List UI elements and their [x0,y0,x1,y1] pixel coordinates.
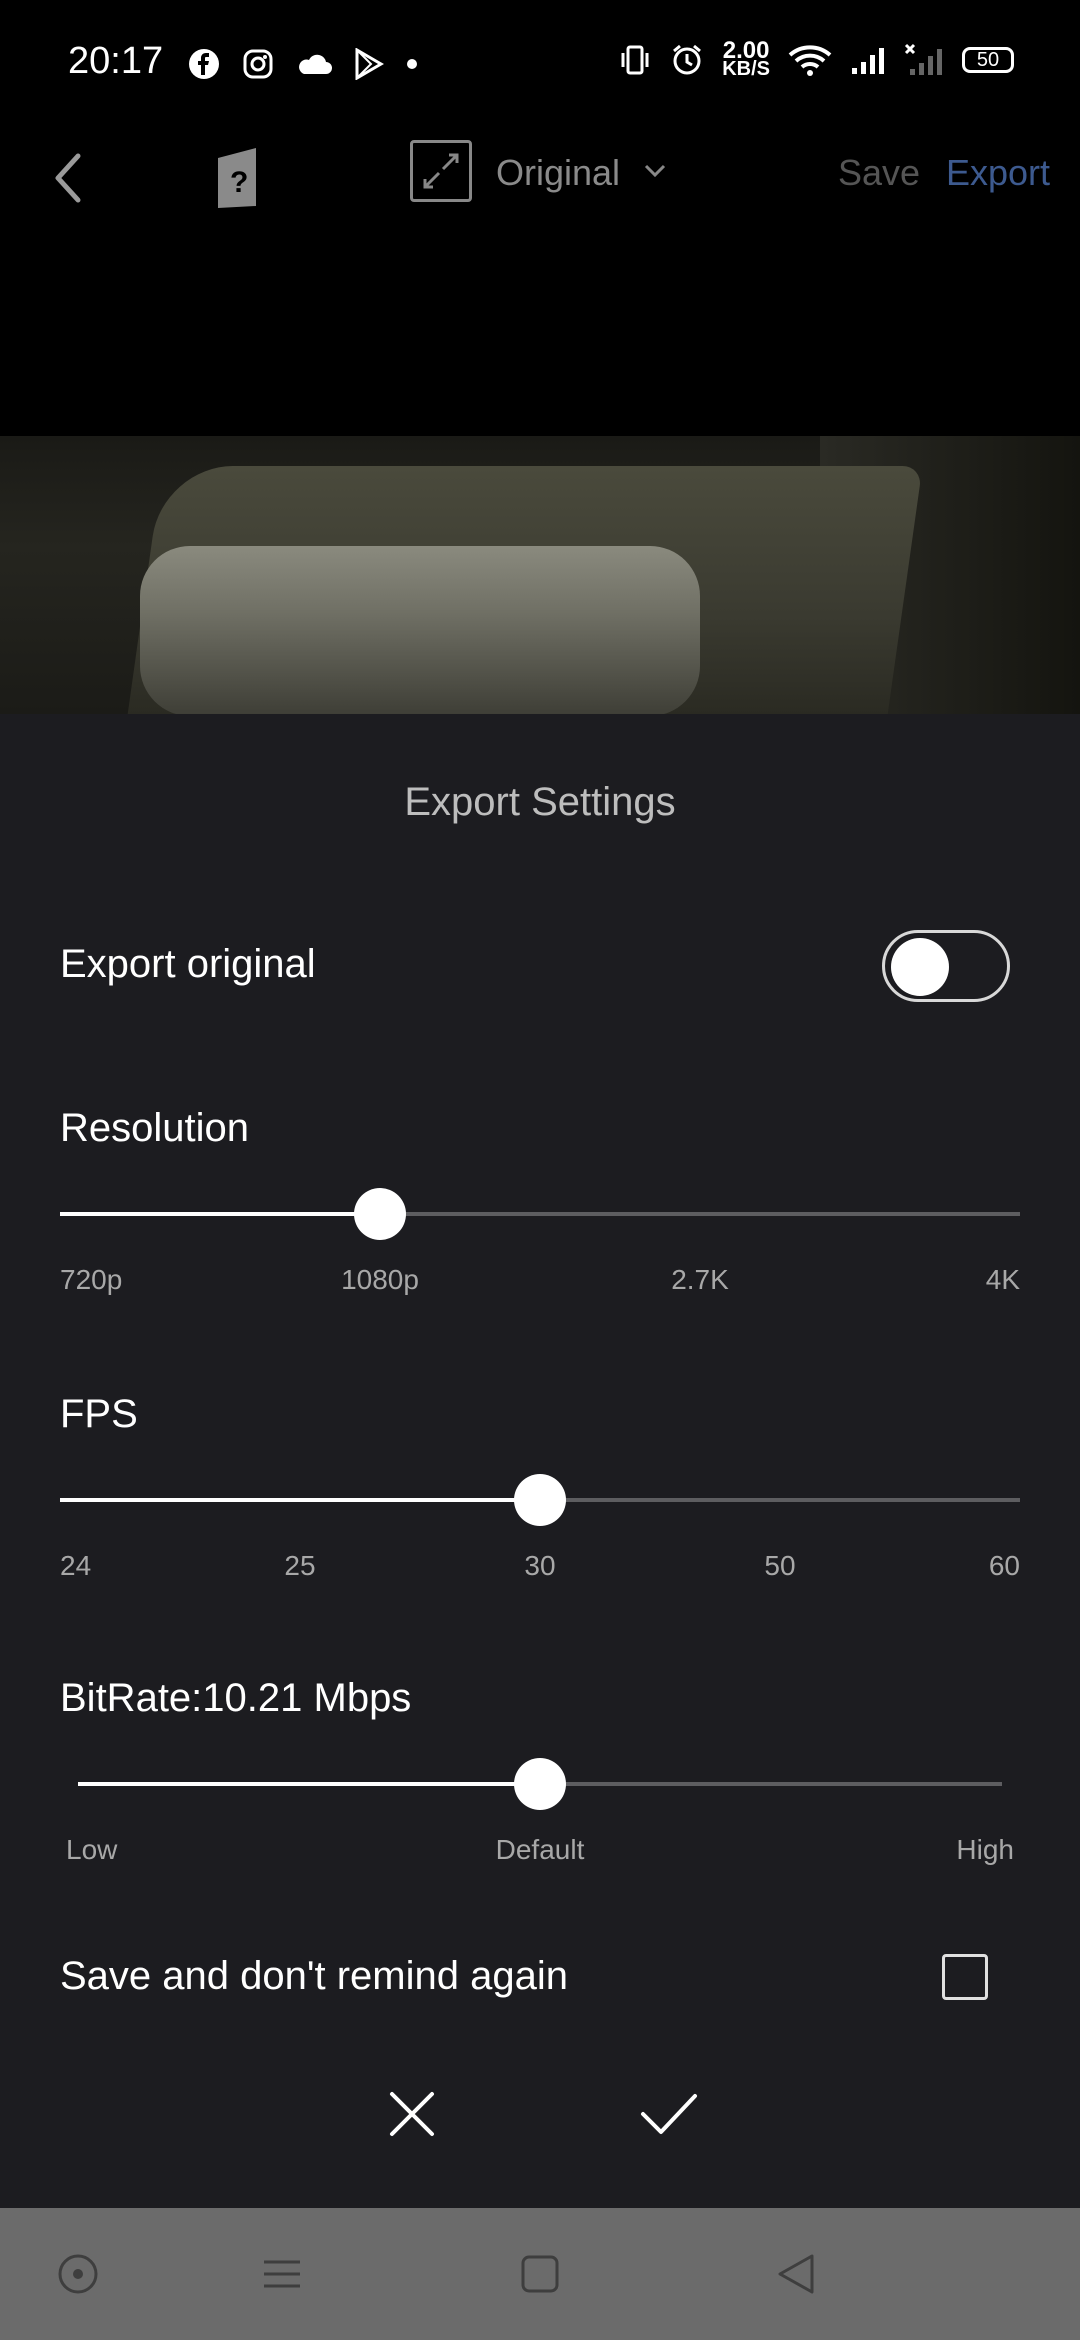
tick-label: High [956,1834,1014,1865]
play-store-icon [355,48,384,80]
tick-label: 720p [60,1264,123,1295]
check-icon[interactable] [640,2084,698,2142]
video-preview [0,436,1080,714]
system-nav-bar [0,2208,1080,2340]
export-original-toggle[interactable] [882,930,1010,1002]
tick-label: 50 [764,1550,796,1581]
aspect-ratio-dropdown[interactable]: Original [496,152,620,194]
close-icon[interactable] [388,2090,436,2138]
signal-icon [852,48,884,74]
tick-label: 4K [985,1264,1020,1295]
toggle-knob [891,938,949,996]
aspect-ratio-icon[interactable] [410,140,472,202]
tick-label: 24 [60,1550,92,1581]
dont-remind-label: Save and don't remind again [60,1954,568,1998]
status-bar: 20:17 2.00 KB/S 50 [0,0,1080,130]
editor-toolbar: ? Original Save Export [0,130,1080,230]
cloud-icon [299,54,332,74]
resolution-label: Resolution [60,1106,250,1150]
chevron-down-icon[interactable] [640,156,670,186]
wifi-icon [788,45,832,76]
tick-label: 1080p [341,1264,419,1295]
dot-icon [407,59,417,69]
tick-label: Default [495,1834,585,1865]
signal-x-icon [904,43,942,75]
alarm-icon [673,44,702,75]
svg-text:?: ? [230,166,248,199]
tick-label: Low [66,1834,118,1865]
assistant-nav-icon[interactable] [56,2252,100,2296]
bitrate-label: BitRate:10.21 Mbps [60,1676,412,1720]
resolution-slider[interactable] [60,1188,1020,1240]
facebook-icon [189,49,219,79]
tick-label: 30 [524,1550,556,1581]
resolution-slider-thumb[interactable] [354,1188,406,1240]
back-arrow-icon[interactable] [40,148,100,208]
vibrate-icon [621,45,649,75]
save-button[interactable]: Save [838,152,920,194]
fps-slider-thumb[interactable] [514,1474,566,1526]
export-settings-sheet: Export Settings Export original Resoluti… [0,714,1080,2208]
sheet-title: Export Settings [404,780,676,824]
tick-label: 60 [988,1550,1020,1581]
status-time: 20:17 [68,40,164,82]
fps-label: FPS [60,1392,138,1436]
dont-remind-checkbox[interactable] [942,1954,988,2000]
home-nav-icon[interactable] [518,2252,562,2296]
back-nav-icon[interactable] [774,2252,818,2296]
export-original-label: Export original [60,942,316,986]
net-speed: 2.00 KB/S [722,37,770,80]
export-button[interactable]: Export [946,152,1050,194]
fps-slider[interactable] [60,1474,1020,1526]
help-book-icon[interactable]: ? [208,144,268,212]
battery-icon: 50 [962,47,1014,73]
menu-nav-icon[interactable] [260,2252,304,2296]
tick-label: 25 [284,1550,316,1581]
tick-label: 2.7K [671,1264,729,1295]
bitrate-slider[interactable] [78,1758,1002,1810]
instagram-icon [243,49,273,79]
bitrate-slider-thumb[interactable] [514,1758,566,1810]
